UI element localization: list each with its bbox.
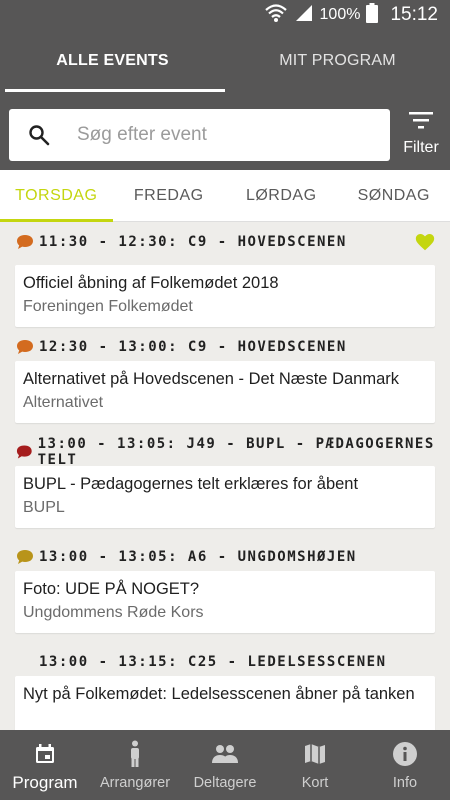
event-header: 12:30 - 13:00: C9 - HOVEDSCENEN	[16, 336, 347, 358]
battery-icon	[366, 2, 379, 28]
favorite-heart-icon[interactable]	[414, 231, 436, 253]
bottom-navigation: Program Arrangører Deltagere Kort Info	[0, 730, 450, 800]
nav-label: Info	[392, 775, 418, 791]
event-header: 11:30 - 12:30: C9 - HOVEDSCENEN	[16, 231, 347, 253]
event-title: Nyt på Folkemødet: Ledelsesscenen åbner …	[23, 685, 415, 703]
nav-deltagere[interactable]: Deltagere	[180, 730, 270, 800]
category-bubble-icon	[17, 340, 33, 354]
day-tabs: TORSDAG FREDAG LØRDAG SØNDAG	[0, 170, 450, 222]
event-organizer: Ungdommens Røde Kors	[23, 604, 204, 621]
event-header: 13:00 - 13:05: A6 - UNGDOMSHØJEN	[16, 546, 357, 568]
filter-icon	[408, 112, 434, 134]
nav-label: Program	[12, 773, 78, 792]
event-title: Alternativet på Hovedscenen - Det Næste …	[23, 370, 400, 388]
event-header: 13:00 - 13:15: C25 - LEDELSESSCENEN	[16, 651, 387, 673]
event-title: Foto: UDE PÅ NOGET?	[23, 580, 200, 598]
people-icon	[180, 740, 270, 768]
top-tabs: ALLE EVENTS MIT PROGRAM	[0, 30, 450, 92]
tab-mit-program[interactable]: MIT PROGRAM	[225, 30, 450, 92]
status-bar: 100% 15:12	[0, 0, 450, 30]
battery-percent: 100%	[319, 6, 361, 23]
event-header: 13:00 - 13:05: J49 - BUPL - PÆDAGOGERNES…	[16, 436, 450, 468]
event-time-place: 13:00 - 13:15: C25 - LEDELSESSCENEN	[39, 654, 387, 670]
tab-alle-events[interactable]: ALLE EVENTS	[0, 30, 225, 92]
calendar-icon	[0, 740, 90, 768]
nav-kort[interactable]: Kort	[270, 730, 360, 800]
event-card[interactable]: Foto: UDE PÅ NOGET? Ungdommens Røde Kors	[15, 571, 435, 633]
event-organizer: Foreningen Folkemødet	[23, 298, 193, 315]
event-card[interactable]: Nyt på Folkemødet: Ledelsesscenen åbner …	[15, 676, 435, 730]
event-list[interactable]: 11:30 - 12:30: C9 - HOVEDSCENEN Officiel…	[0, 222, 450, 730]
event-card[interactable]: Officiel åbning af Folkemødet 2018 Foren…	[15, 265, 435, 327]
category-bubble-icon	[17, 235, 33, 249]
signal-icon	[294, 3, 314, 28]
tab-fredag[interactable]: FREDAG	[113, 170, 226, 221]
event-time-place: 11:30 - 12:30: C9 - HOVEDSCENEN	[39, 234, 347, 250]
event-time-place: 13:00 - 13:05: A6 - UNGDOMSHØJEN	[39, 549, 357, 565]
nav-arrangorer[interactable]: Arrangører	[90, 730, 180, 800]
nav-label: Deltagere	[193, 775, 257, 791]
search-icon	[9, 109, 69, 161]
category-bubble-icon	[17, 550, 33, 564]
category-bubble-icon	[16, 445, 32, 459]
nav-info[interactable]: Info	[360, 730, 450, 800]
event-card[interactable]: BUPL - Pædagogernes telt erklæres for åb…	[15, 466, 435, 528]
filter-label: Filter	[403, 139, 439, 156]
event-title: BUPL - Pædagogernes telt erklæres for åb…	[23, 475, 359, 493]
event-title: Officiel åbning af Folkemødet 2018	[23, 274, 279, 292]
event-organizer: Alternativet	[23, 394, 104, 411]
event-organizer: BUPL	[23, 499, 65, 516]
filter-button[interactable]: Filter	[396, 110, 446, 162]
search-box[interactable]: Søg efter event	[9, 109, 390, 161]
wifi-icon	[264, 3, 288, 28]
nav-label: Arrangører	[99, 775, 171, 791]
tab-lordag[interactable]: LØRDAG	[225, 170, 338, 221]
app-header: ALLE EVENTS MIT PROGRAM Søg efter event …	[0, 30, 450, 170]
info-icon	[360, 740, 450, 768]
tab-torsdag[interactable]: TORSDAG	[0, 170, 113, 222]
nav-label: Kort	[301, 775, 329, 791]
event-card[interactable]: Alternativet på Hovedscenen - Det Næste …	[15, 361, 435, 423]
search-input[interactable]: Søg efter event	[77, 124, 207, 146]
tab-sondag[interactable]: SØNDAG	[338, 170, 450, 221]
event-time-place: 12:30 - 13:00: C9 - HOVEDSCENEN	[39, 339, 347, 355]
clock: 15:12	[390, 4, 438, 25]
map-icon	[270, 740, 360, 768]
person-icon	[90, 740, 180, 768]
event-time-place: 13:00 - 13:05: J49 - BUPL - PÆDAGOGERNES…	[37, 436, 435, 468]
nav-program[interactable]: Program	[0, 730, 90, 800]
